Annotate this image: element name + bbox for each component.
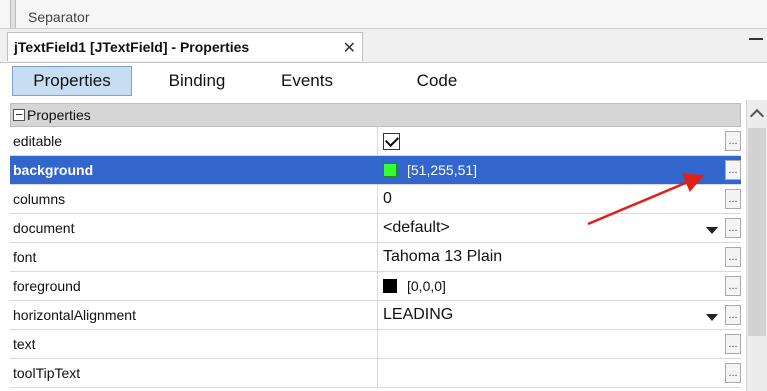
editable-checkbox[interactable] bbox=[383, 132, 400, 150]
ellipsis-button[interactable]: ... bbox=[725, 247, 741, 267]
value-text: <default> bbox=[383, 219, 450, 236]
tab-events[interactable]: Events bbox=[262, 66, 352, 96]
dropdown-arrow-icon[interactable] bbox=[706, 314, 718, 321]
property-value[interactable]: ... bbox=[378, 127, 741, 155]
property-name: text bbox=[10, 330, 378, 358]
value-text: 0 bbox=[383, 190, 392, 207]
property-row-document[interactable]: document <default> ... bbox=[10, 214, 741, 243]
color-value: [51,255,51] bbox=[407, 162, 478, 178]
property-row-text[interactable]: text ... bbox=[10, 330, 741, 359]
dropdown-arrow-icon[interactable] bbox=[706, 227, 718, 234]
property-sheet: Properties editable ... background [51,2… bbox=[10, 103, 741, 388]
property-name: document bbox=[10, 214, 378, 242]
property-name: font bbox=[10, 243, 378, 271]
property-value[interactable]: ... bbox=[378, 359, 741, 387]
color-swatch bbox=[383, 163, 397, 177]
property-row-horizontal-alignment[interactable]: horizontalAlignment LEADING ... bbox=[10, 301, 741, 330]
property-row-background[interactable]: background [51,255,51] ... bbox=[10, 156, 741, 185]
property-row-tooltip-text[interactable]: toolTipText ... bbox=[10, 359, 741, 388]
ellipsis-button[interactable]: ... bbox=[725, 160, 741, 180]
ellipsis-button[interactable]: ... bbox=[725, 363, 741, 383]
property-name: background bbox=[10, 156, 378, 184]
color-value: [0,0,0] bbox=[407, 278, 446, 294]
window-tab-row: jTextField1 [JTextField] - Properties ✕ bbox=[0, 29, 767, 62]
ellipsis-button[interactable]: ... bbox=[725, 189, 741, 209]
tab-binding[interactable]: Binding bbox=[147, 66, 247, 96]
vertical-scrollbar[interactable] bbox=[746, 100, 767, 391]
property-value[interactable]: LEADING ... bbox=[378, 301, 741, 329]
collapse-icon[interactable] bbox=[13, 109, 25, 121]
minimize-icon[interactable] bbox=[749, 38, 763, 40]
ellipsis-button[interactable]: ... bbox=[725, 276, 741, 296]
property-row-font[interactable]: font Tahoma 13 Plain ... bbox=[10, 243, 741, 272]
property-value[interactable]: ... bbox=[378, 330, 741, 358]
tab-code[interactable]: Code bbox=[392, 66, 482, 96]
scrollbar-thumb[interactable] bbox=[748, 128, 766, 336]
scroll-up-icon[interactable] bbox=[749, 108, 765, 124]
value-text: LEADING bbox=[383, 306, 454, 323]
property-value[interactable]: Tahoma 13 Plain ... bbox=[378, 243, 741, 271]
window-tab-title: jTextField1 [JTextField] - Properties bbox=[14, 39, 250, 55]
property-name: toolTipText bbox=[10, 359, 378, 387]
clipped-node-label: Separator bbox=[28, 9, 90, 25]
ellipsis-button[interactable]: ... bbox=[725, 218, 741, 238]
property-row-foreground[interactable]: foreground [0,0,0] ... bbox=[10, 272, 741, 301]
ellipsis-button[interactable]: ... bbox=[725, 334, 741, 354]
section-title: Properties bbox=[27, 107, 91, 123]
close-icon[interactable]: ✕ bbox=[343, 38, 356, 58]
ellipsis-button[interactable]: ... bbox=[725, 305, 741, 325]
value-text: Tahoma 13 Plain bbox=[383, 248, 503, 265]
ellipsis-button[interactable]: ... bbox=[725, 131, 741, 151]
property-value[interactable]: 0 ... bbox=[378, 185, 741, 213]
section-header[interactable]: Properties bbox=[10, 103, 741, 127]
property-name: horizontalAlignment bbox=[10, 301, 378, 329]
property-value[interactable]: [0,0,0] ... bbox=[378, 272, 741, 300]
properties-window-tab[interactable]: jTextField1 [JTextField] - Properties ✕ bbox=[7, 32, 363, 61]
tab-properties[interactable]: Properties bbox=[12, 66, 132, 96]
top-strip: Separator bbox=[0, 0, 767, 29]
property-row-editable[interactable]: editable ... bbox=[10, 127, 741, 156]
property-value[interactable]: [51,255,51] ... bbox=[378, 156, 741, 184]
property-value[interactable]: <default> ... bbox=[378, 214, 741, 242]
color-swatch bbox=[383, 279, 397, 293]
property-name: editable bbox=[10, 127, 378, 155]
property-row-columns[interactable]: columns 0 ... bbox=[10, 185, 741, 214]
property-subtabs: Properties Binding Events Code bbox=[0, 62, 767, 101]
property-name: foreground bbox=[10, 272, 378, 300]
property-name: columns bbox=[10, 185, 378, 213]
tree-line bbox=[10, 0, 16, 28]
